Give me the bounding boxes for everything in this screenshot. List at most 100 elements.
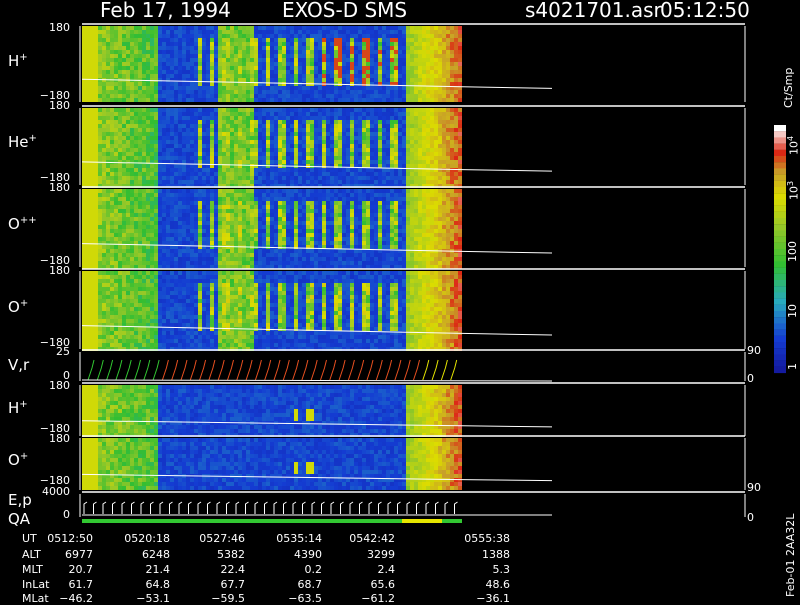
spectrogram-pixel bbox=[178, 221, 182, 225]
spectrogram-pixel bbox=[118, 261, 122, 265]
spectrogram-pixel bbox=[306, 98, 310, 102]
spectrogram-pixel bbox=[342, 136, 346, 140]
spectrogram-pixel bbox=[238, 70, 242, 74]
spectrogram-pixel bbox=[450, 78, 454, 82]
spectrogram-pixel bbox=[394, 46, 398, 50]
spectrogram-pixel bbox=[338, 46, 342, 50]
spectrogram-pixel bbox=[394, 164, 398, 168]
spectrogram-pixel bbox=[438, 140, 442, 144]
spectrogram-pixel bbox=[454, 98, 458, 102]
spectrogram-pixel bbox=[402, 54, 406, 58]
spectrogram-pixel bbox=[154, 221, 158, 225]
spectrogram-pixel bbox=[126, 90, 130, 94]
spectrogram-pixel bbox=[374, 168, 378, 172]
spectrogram-pixel bbox=[302, 58, 306, 62]
spectrogram-pixel bbox=[342, 94, 346, 98]
spectrogram-pixel bbox=[258, 62, 262, 66]
spectrogram-pixel bbox=[254, 78, 258, 82]
spectrogram-pixel bbox=[242, 197, 246, 201]
spectrogram-pixel bbox=[226, 108, 230, 112]
spectrogram-pixel bbox=[298, 34, 302, 38]
spectrogram-pixel bbox=[194, 62, 198, 66]
spectrogram-pixel bbox=[82, 46, 86, 50]
spectrogram-pixel bbox=[210, 124, 214, 128]
spectrogram-pixel bbox=[134, 132, 138, 136]
spectrogram-pixel bbox=[318, 201, 322, 205]
spectrogram-pixel bbox=[138, 245, 142, 249]
spectrogram-pixel bbox=[302, 237, 306, 241]
spectrogram-pixel bbox=[402, 124, 406, 128]
spectrogram-pixel bbox=[174, 209, 178, 213]
spectrogram-pixel bbox=[254, 237, 258, 241]
spectrogram-pixel bbox=[294, 116, 298, 120]
spectrogram-pixel bbox=[334, 237, 338, 241]
spectrogram-pixel bbox=[322, 94, 326, 98]
spectrogram-pixel bbox=[226, 237, 230, 241]
spectrogram-pixel bbox=[398, 156, 402, 160]
spectrogram-pixel bbox=[258, 94, 262, 98]
spectrogram-pixel bbox=[350, 156, 354, 160]
spectrogram-pixel bbox=[182, 201, 186, 205]
spectrogram-pixel bbox=[430, 30, 434, 34]
spectrogram-pixel bbox=[154, 180, 158, 184]
spectrogram-pixel bbox=[106, 148, 110, 152]
spectrogram-pixel bbox=[350, 70, 354, 74]
spectrogram-pixel bbox=[430, 140, 434, 144]
spectrogram-pixel bbox=[150, 94, 154, 98]
spectrogram-pixel bbox=[178, 168, 182, 172]
spectrogram-pixel bbox=[414, 136, 418, 140]
spectrogram-pixel bbox=[250, 108, 254, 112]
spectrogram-pixel bbox=[146, 172, 150, 176]
spectrogram-pixel bbox=[182, 172, 186, 176]
spectrogram-pixel bbox=[298, 193, 302, 197]
spectrogram-pixel bbox=[134, 261, 138, 265]
spectrogram-pixel bbox=[226, 261, 230, 265]
spectrogram-pixel bbox=[346, 156, 350, 160]
spectrogram-pixel bbox=[230, 237, 234, 241]
spectrogram-pixel bbox=[306, 241, 310, 245]
spectrogram-pixel bbox=[322, 144, 326, 148]
spectrogram-pixel bbox=[338, 217, 342, 221]
spectrogram-pixel bbox=[374, 98, 378, 102]
spectrogram-pixel bbox=[410, 54, 414, 58]
spectrogram-pixel bbox=[230, 249, 234, 253]
spectrogram-pixel bbox=[178, 197, 182, 201]
spectrogram-pixel bbox=[290, 94, 294, 98]
spectrogram-pixel bbox=[146, 128, 150, 132]
spectrogram-pixel bbox=[206, 180, 210, 184]
spectrogram-pixel bbox=[326, 116, 330, 120]
spectrogram-pixel bbox=[326, 98, 330, 102]
spectrogram-pixel bbox=[154, 205, 158, 209]
spectrogram-pixel bbox=[290, 189, 294, 193]
spectrogram-pixel bbox=[454, 156, 458, 160]
spectrogram-pixel bbox=[374, 128, 378, 132]
spectrogram-pixel bbox=[294, 124, 298, 128]
spectrogram-pixel bbox=[450, 70, 454, 74]
spectrogram-pixel bbox=[278, 189, 282, 193]
spectrogram-pixel bbox=[190, 30, 194, 34]
spectrogram-pixel bbox=[270, 58, 274, 62]
spectrogram-pixel bbox=[366, 94, 370, 98]
spectrogram-pixel bbox=[426, 164, 430, 168]
spectrogram-pixel bbox=[154, 261, 158, 265]
spectrogram-pixel bbox=[258, 120, 262, 124]
spectrogram-pixel bbox=[410, 46, 414, 50]
spectrogram-pixel bbox=[430, 156, 434, 160]
spectrogram-pixel bbox=[454, 108, 458, 112]
spectrogram-pixel bbox=[222, 124, 226, 128]
spectrogram-pixel bbox=[174, 58, 178, 62]
spectrogram-pixel bbox=[382, 168, 386, 172]
spectrogram-pixel bbox=[382, 42, 386, 46]
spectrogram-pixel bbox=[134, 38, 138, 42]
spectrogram-pixel bbox=[282, 225, 286, 229]
spectrogram-pixel bbox=[250, 46, 254, 50]
spectrogram-pixel bbox=[210, 128, 214, 132]
spectrogram-pixel bbox=[270, 148, 274, 152]
spectrogram-pixel bbox=[302, 221, 306, 225]
spectrogram-pixel bbox=[230, 26, 234, 30]
spectrogram-pixel bbox=[98, 120, 102, 124]
spectrogram-pixel bbox=[310, 201, 314, 205]
spectrogram-pixel bbox=[186, 237, 190, 241]
spectrogram-pixel bbox=[234, 253, 238, 257]
spectrogram-pixel bbox=[358, 172, 362, 176]
